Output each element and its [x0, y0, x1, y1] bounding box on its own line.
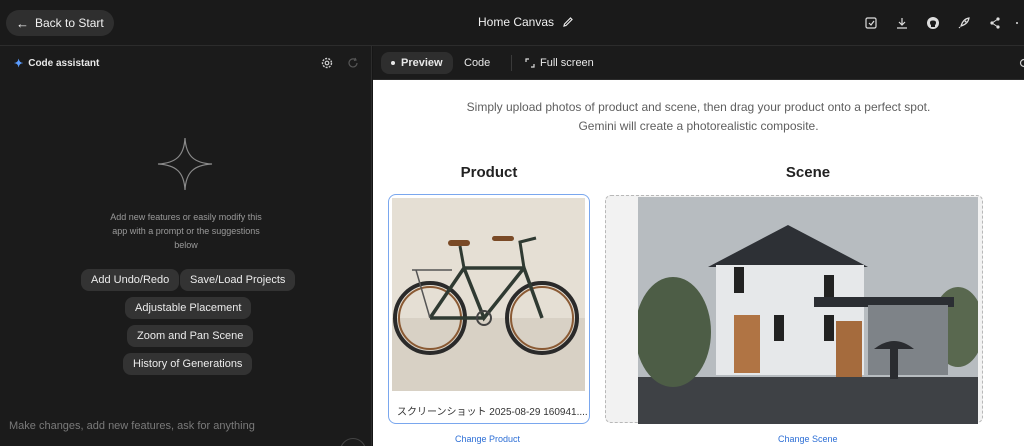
suggestion-zoom-and-pan-scene[interactable]: Zoom and Pan Scene [127, 325, 254, 347]
tab-code-label: Code [464, 57, 491, 69]
tab-preview-label: Preview [401, 57, 443, 69]
github-icon[interactable] [917, 13, 948, 33]
save-icon[interactable] [855, 13, 886, 33]
product-heading: Product [460, 164, 518, 181]
edge-partial-icon [1019, 58, 1024, 68]
fullscreen-label: Full screen [540, 57, 594, 69]
refresh-icon[interactable] [346, 56, 360, 70]
prompt-input[interactable]: Make changes, add new features, ask for … [9, 420, 255, 432]
edit-icon[interactable] [562, 16, 574, 28]
bicycle-product-image[interactable] [392, 198, 585, 391]
tab-divider [511, 55, 512, 71]
sparkle-outline-icon [157, 137, 213, 191]
send-button[interactable] [340, 438, 366, 446]
sparkle-icon: ✦ [14, 58, 24, 70]
tab-preview[interactable]: Preview [381, 52, 453, 74]
project-title: Home Canvas [478, 15, 555, 29]
product-filename: スクリーンショット 2025-08-29 160941.... [397, 407, 588, 418]
suggestion-add-undo-redo[interactable]: Add Undo/Redo [81, 269, 180, 291]
tab-code[interactable]: Code [464, 52, 490, 74]
subtitle-line-2: Gemini will create a photorealistic comp… [578, 119, 819, 133]
deploy-rocket-icon[interactable] [948, 13, 979, 33]
share-icon[interactable] [979, 13, 1010, 33]
suggestion-adjustable-placement[interactable]: Adjustable Placement [125, 297, 252, 319]
download-icon[interactable] [886, 13, 917, 33]
assistant-title: Code assistant [28, 58, 100, 69]
settings-gear-icon[interactable] [320, 56, 334, 70]
suggestion-history-of-generations[interactable]: History of Generations [123, 353, 253, 375]
app-preview-canvas: Simply upload photos of product and scen… [373, 80, 1024, 446]
scene-drop-zone[interactable] [605, 195, 983, 424]
change-product-link[interactable]: Change Product [455, 434, 520, 444]
arrow-left-icon: ← [16, 15, 29, 31]
assistant-intro-text: Add new features or easily modify this a… [110, 212, 262, 250]
suggestion-save-load-projects[interactable]: Save/Load Projects [180, 269, 296, 291]
fullscreen-icon [525, 58, 535, 68]
fullscreen-button[interactable]: Full screen [525, 52, 594, 74]
cut-off-heading-fragment [548, 80, 888, 82]
active-dot-icon [391, 61, 395, 65]
code-assistant-panel: ✦ Code assistant Add new features or eas… [0, 46, 372, 446]
back-button-label: Back to Start [35, 16, 104, 30]
preview-tabs-bar: Preview Code Full screen [373, 46, 1024, 80]
change-scene-link[interactable]: Change Scene [778, 434, 838, 444]
product-card[interactable]: スクリーンショット 2025-08-29 160941.... [388, 194, 590, 424]
back-to-start-button[interactable]: ← Back to Start [6, 10, 114, 36]
top-bar: ← Back to Start Home Canvas [0, 0, 1024, 46]
more-icon[interactable] [1010, 13, 1024, 33]
subtitle-line-1: Simply upload photos of product and scen… [466, 100, 931, 114]
assistant-header: ✦ Code assistant [14, 57, 99, 70]
scene-heading: Scene [785, 164, 831, 181]
project-title-area[interactable]: Home Canvas [478, 15, 574, 29]
house-scene-image[interactable] [638, 197, 978, 424]
